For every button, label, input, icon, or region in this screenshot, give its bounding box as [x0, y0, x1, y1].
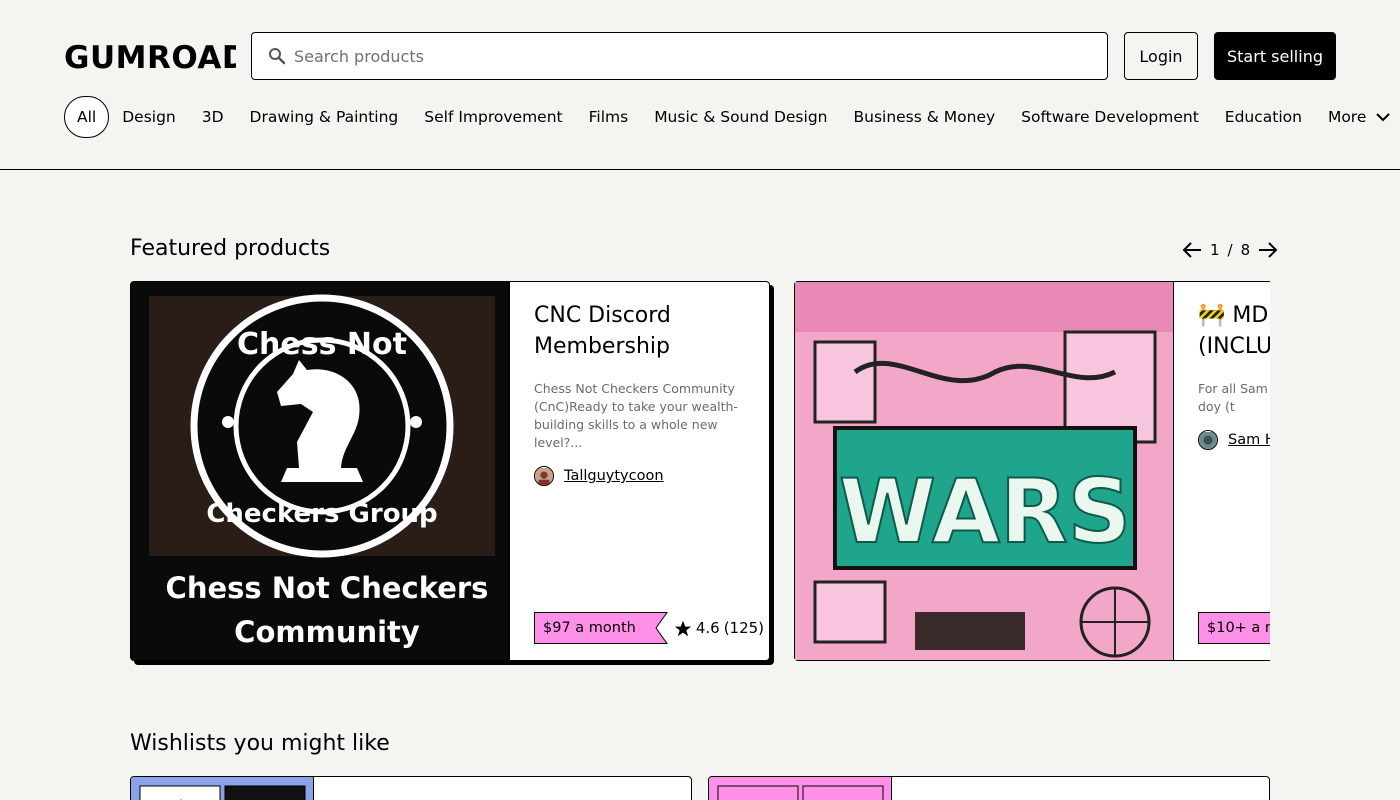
- wishlist-thumbnail: [131, 777, 314, 800]
- product-info: 🚧 MDE Roller Rink (INCLUDES For all Sam …: [1174, 282, 1270, 660]
- site-header: GUMROAD Login Start selling All Design 3…: [0, 0, 1400, 170]
- rating-count: (125): [723, 619, 765, 637]
- price-label: $10+ a m: [1198, 612, 1270, 644]
- nav-more-dropdown[interactable]: More: [1315, 96, 1400, 138]
- price-tag-ribbon: [643, 612, 668, 644]
- product-thumbnail[interactable]: Chess Not Checkers Group Chess Not Check…: [131, 282, 510, 660]
- product-description: Chess Not Checkers Community (CnC)Ready …: [534, 381, 738, 450]
- product-thumbnail[interactable]: WARS: [795, 282, 1174, 660]
- nav-item-drawing-painting[interactable]: Drawing & Painting: [237, 96, 412, 138]
- creator-link[interactable]: Sam H: [1228, 432, 1270, 448]
- nav-item-business-money[interactable]: Business & Money: [840, 96, 1008, 138]
- star-icon: [674, 620, 691, 636]
- pager-total: 8: [1240, 241, 1251, 259]
- nav-item-3d[interactable]: 3D: [189, 96, 237, 138]
- product-description: For all Sam here. (Includes Nick, doy (t: [1198, 381, 1270, 414]
- nav-item-software-development[interactable]: Software Development: [1008, 96, 1212, 138]
- featured-pager: 1 / 8: [1182, 239, 1278, 261]
- product-footer: $10+ a m: [1198, 612, 1270, 644]
- avatar: [534, 466, 554, 486]
- wishlists-heading: Wishlists you might like: [130, 731, 390, 756]
- nav-item-all[interactable]: All: [64, 96, 110, 138]
- category-nav: All Design 3D Drawing & Painting Self Im…: [64, 96, 1400, 138]
- featured-products-heading: Featured products: [130, 236, 331, 261]
- pager-separator: /: [1227, 241, 1233, 259]
- nav-item-design[interactable]: Design: [109, 96, 189, 138]
- image-caption-line1: Chess Not Checkers: [166, 571, 489, 605]
- nav-more-label: More: [1327, 108, 1367, 126]
- search-input[interactable]: [294, 41, 1074, 71]
- product-creator[interactable]: Sam H: [1198, 430, 1270, 450]
- product-footer: $97 a month 4.6 (125): [534, 612, 764, 644]
- arrow-left-icon[interactable]: [1182, 242, 1202, 258]
- product-card[interactable]: WARS 🚧 MDE Roller Rink (INCLUDES For all…: [794, 281, 1270, 661]
- image-ring-bottom-text: Checkers Group: [206, 499, 437, 529]
- product-rating: 4.6 (125): [674, 619, 764, 637]
- price-tag: $10+ a m: [1198, 612, 1270, 644]
- nav-item-education[interactable]: Education: [1212, 96, 1315, 138]
- product-creator[interactable]: Tallguytycoon: [534, 466, 745, 486]
- start-selling-button[interactable]: Start selling: [1214, 32, 1336, 80]
- search-bar[interactable]: [251, 32, 1108, 80]
- rating-value: 4.6: [695, 619, 720, 637]
- nav-item-self-improvement[interactable]: Self Improvement: [411, 96, 575, 138]
- product-title[interactable]: CNC Discord Membership: [534, 300, 745, 362]
- product-card[interactable]: Chess Not Checkers Group Chess Not Check…: [130, 281, 770, 661]
- price-label: $97 a month: [534, 612, 644, 644]
- login-button[interactable]: Login: [1124, 32, 1198, 80]
- search-icon: [268, 47, 286, 65]
- wishlist-thumbnail: [709, 777, 892, 800]
- logo-text: GUMROAD: [64, 40, 236, 74]
- wishlist-card[interactable]: [130, 776, 692, 800]
- nav-item-films[interactable]: Films: [576, 96, 642, 138]
- product-info: CNC Discord Membership Chess Not Checker…: [510, 282, 769, 660]
- gumroad-logo[interactable]: GUMROAD: [64, 38, 236, 74]
- wishlist-card[interactable]: [708, 776, 1270, 800]
- featured-carousel: Chess Not Checkers Group Chess Not Check…: [130, 281, 1270, 671]
- image-caption-line2: Community: [234, 615, 420, 649]
- pager-current: 1: [1210, 241, 1220, 259]
- nav-item-music-sound-design[interactable]: Music & Sound Design: [641, 96, 840, 138]
- creator-link[interactable]: Tallguytycoon: [564, 468, 664, 484]
- image-ring-top-text: Chess Not: [237, 327, 407, 362]
- avatar: [1198, 430, 1218, 450]
- product-title[interactable]: 🚧 MDE Roller Rink (INCLUDES: [1198, 300, 1270, 362]
- image-caption: WARS: [839, 460, 1131, 563]
- arrow-right-icon[interactable]: [1258, 242, 1278, 258]
- chevron-down-icon: [1376, 113, 1391, 122]
- price-tag: $97 a month: [534, 612, 668, 644]
